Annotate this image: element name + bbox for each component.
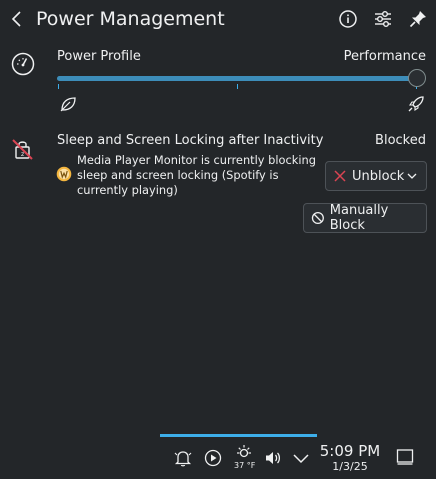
info-icon xyxy=(339,10,357,28)
play-icon xyxy=(204,449,222,467)
back-button[interactable] xyxy=(6,6,28,32)
header: Power Management xyxy=(0,0,436,38)
weather-temperature: 37 °F xyxy=(234,461,256,470)
unblock-button[interactable]: Unblock xyxy=(325,161,427,191)
speaker-icon xyxy=(266,452,281,464)
desktop-icon xyxy=(396,449,414,465)
configure-button[interactable] xyxy=(371,7,395,31)
notifications-button[interactable] xyxy=(173,448,193,468)
manually-block-button-label: Manually Block xyxy=(329,203,389,233)
power-profile-label: Power Profile xyxy=(57,49,141,64)
configure-icon xyxy=(375,10,391,27)
sleep-locking-label: Sleep and Screen Locking after Inactivit… xyxy=(57,133,324,148)
x-icon xyxy=(334,170,346,182)
power-profile-value: Performance xyxy=(343,49,426,64)
unblock-button-label: Unblock xyxy=(352,168,405,184)
chevron-down-icon xyxy=(293,454,309,464)
speedometer-icon xyxy=(10,51,36,77)
page-title: Power Management xyxy=(36,8,225,30)
block-icon xyxy=(311,211,324,225)
clock-date[interactable]: 1/3/25 xyxy=(318,460,382,474)
media-player-monitor-icon xyxy=(56,166,72,182)
slider-tick xyxy=(237,84,238,89)
power-management-popup: Power Management Power Profile Performan… xyxy=(0,0,436,479)
media-player-button[interactable] xyxy=(203,448,223,468)
tray-expand-button[interactable] xyxy=(291,448,311,468)
manually-block-button[interactable]: Manually Block xyxy=(303,203,427,233)
screen-lock-blocked-icon: z xyxy=(10,136,36,162)
weather-icon xyxy=(237,445,251,458)
info-button[interactable] xyxy=(336,7,360,31)
taskbar: 37 °F 5:09 PM 1/3/25 xyxy=(160,434,436,479)
clock-time[interactable]: 5:09 PM xyxy=(318,442,382,460)
active-task-indicator xyxy=(160,434,317,437)
pin-icon xyxy=(409,11,426,28)
chevron-down-icon xyxy=(407,173,417,179)
slider-fill xyxy=(57,76,417,81)
weather-button[interactable] xyxy=(234,443,254,463)
pin-button[interactable] xyxy=(406,7,430,31)
sleep-locking-status: Blocked xyxy=(375,133,426,148)
bell-icon xyxy=(174,451,192,467)
inhibitor-description: Media Player Monitor is currently blocki… xyxy=(77,153,316,197)
slider-handle[interactable] xyxy=(408,69,426,87)
volume-button[interactable] xyxy=(263,448,283,468)
back-arrow-icon xyxy=(11,11,21,27)
rocket-icon xyxy=(406,94,426,114)
leaf-icon xyxy=(58,94,78,114)
show-desktop-button[interactable] xyxy=(396,448,414,466)
power-profile-slider[interactable] xyxy=(57,68,426,90)
slider-tick xyxy=(58,84,59,89)
